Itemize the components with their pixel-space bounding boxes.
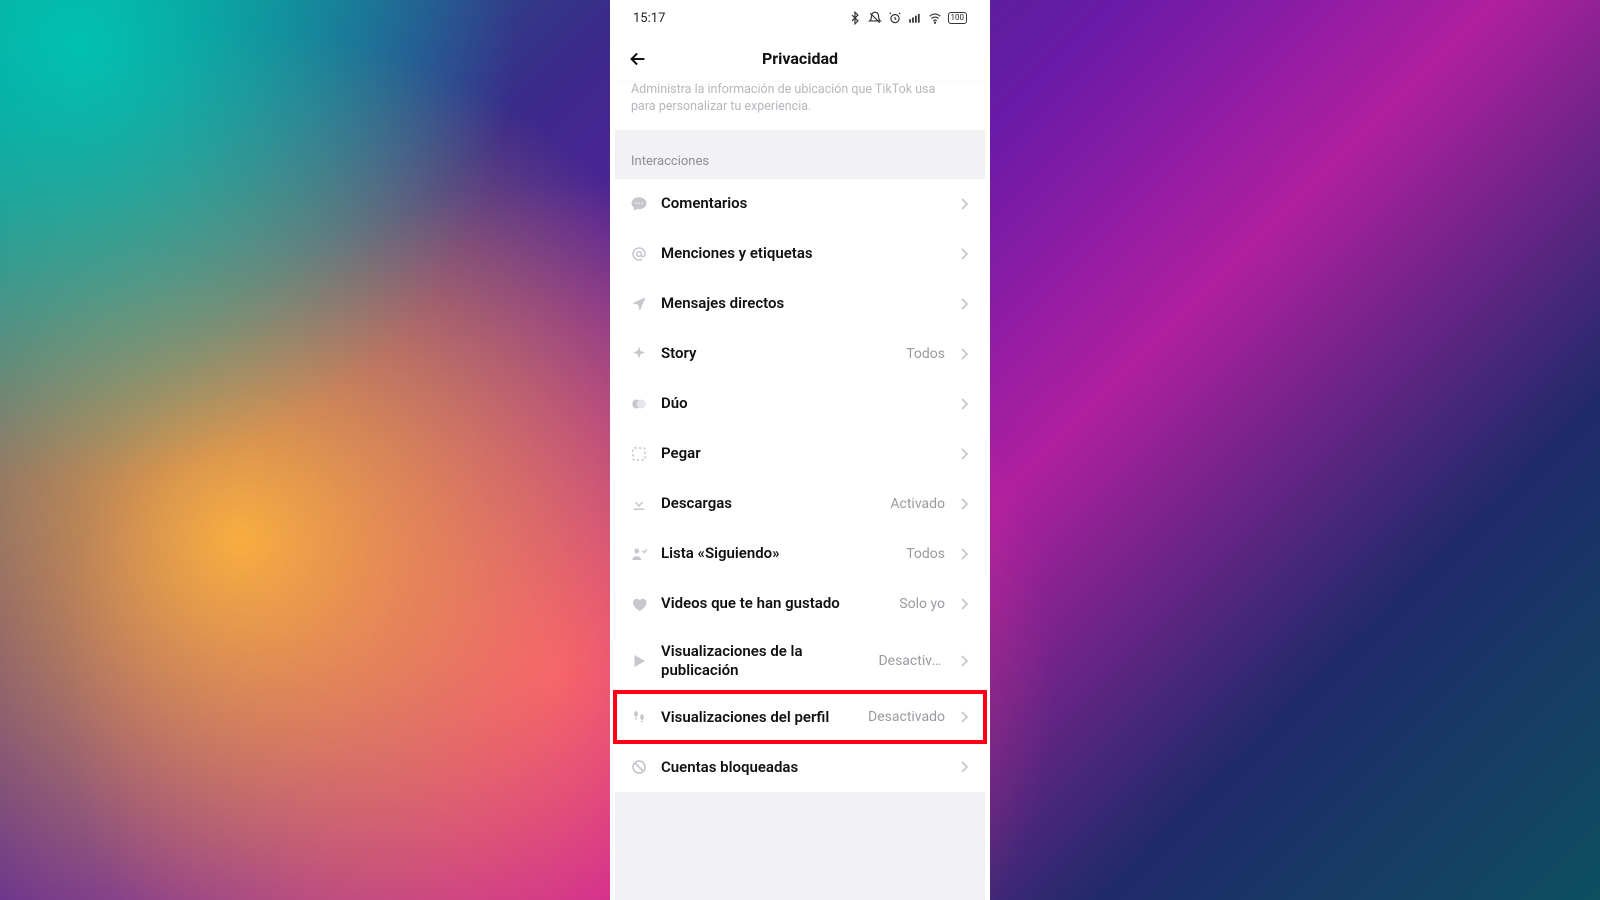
row-value: Solo yo	[899, 596, 945, 612]
chevron-right-icon	[957, 348, 971, 360]
row-label: Visualizaciones del perfil	[661, 708, 856, 727]
row-value: Todos	[906, 346, 945, 362]
row-label: Videos que te han gustado	[661, 594, 887, 613]
following-icon	[629, 544, 649, 564]
page-header: Privacidad	[615, 36, 985, 82]
at-icon	[629, 244, 649, 264]
row-menciones[interactable]: Menciones y etiquetas	[615, 229, 985, 279]
status-time: 15:17	[633, 11, 665, 26]
chevron-right-icon	[957, 248, 971, 260]
phone-screen: 15:17	[615, 0, 985, 900]
footprints-icon	[629, 707, 649, 727]
chevron-right-icon	[957, 761, 971, 773]
row-label: Cuentas bloqueadas	[661, 758, 933, 777]
row-mensajes[interactable]: Mensajes directos	[615, 279, 985, 329]
row-value: Desactivado	[868, 709, 945, 725]
alarm-icon	[888, 11, 902, 25]
download-icon	[629, 494, 649, 514]
row-value: Todos	[906, 546, 945, 562]
row-gustado[interactable]: Videos que te han gustado Solo yo	[615, 579, 985, 629]
row-siguiendo[interactable]: Lista «Siguiendo» Todos	[615, 529, 985, 579]
chevron-right-icon	[957, 598, 971, 610]
sparkle-icon	[629, 344, 649, 364]
row-visualizaciones-perfil[interactable]: Visualizaciones del perfil Desactivado	[615, 692, 985, 742]
status-bar: 15:17	[615, 0, 985, 36]
row-duo[interactable]: Dúo	[615, 379, 985, 429]
send-icon	[629, 294, 649, 314]
row-label: Dúo	[661, 394, 933, 413]
page-title: Privacidad	[615, 49, 985, 68]
duet-icon	[629, 394, 649, 414]
chevron-right-icon	[957, 298, 971, 310]
signal-icon	[908, 11, 922, 25]
wallpaper-background: 15:17	[0, 0, 1600, 900]
row-label: Visualizaciones de la publicación	[661, 642, 866, 680]
row-descargas[interactable]: Descargas Activado	[615, 479, 985, 529]
battery-icon: 100	[948, 12, 968, 24]
chevron-right-icon	[957, 711, 971, 723]
row-value: Desactiva...	[878, 653, 945, 669]
comment-icon	[629, 194, 649, 214]
row-story[interactable]: Story Todos	[615, 329, 985, 379]
chevron-right-icon	[957, 448, 971, 460]
row-visualizaciones-publicacion[interactable]: Visualizaciones de la publicación Desact…	[615, 629, 985, 693]
block-icon	[629, 757, 649, 777]
row-value: Activado	[890, 496, 945, 512]
info-line-2: para personalizar tu experiencia.	[631, 99, 969, 116]
row-label: Comentarios	[661, 194, 933, 213]
section-header-interacciones: Interacciones	[615, 130, 985, 179]
chevron-right-icon	[957, 655, 971, 667]
play-icon	[629, 651, 649, 671]
row-label: Menciones y etiquetas	[661, 244, 933, 263]
dnd-icon	[868, 11, 882, 25]
chevron-right-icon	[957, 498, 971, 510]
back-button[interactable]	[615, 36, 661, 82]
row-label: Lista «Siguiendo»	[661, 544, 894, 563]
row-label: Mensajes directos	[661, 294, 933, 313]
row-comentarios[interactable]: Comentarios	[615, 179, 985, 229]
row-bloqueadas[interactable]: Cuentas bloqueadas	[615, 742, 985, 792]
chevron-right-icon	[957, 548, 971, 560]
row-label: Pegar	[661, 444, 933, 463]
chevron-right-icon	[957, 398, 971, 410]
info-line-1: Administra la información de ubicación q…	[631, 82, 969, 99]
heart-icon	[629, 594, 649, 614]
arrow-left-icon	[627, 48, 649, 70]
row-pegar[interactable]: Pegar	[615, 429, 985, 479]
bluetooth-icon	[848, 11, 862, 25]
screenshot-frame: 15:17	[610, 0, 990, 900]
stitch-icon	[629, 444, 649, 464]
chevron-right-icon	[957, 198, 971, 210]
location-info-card: Administra la información de ubicación q…	[615, 82, 985, 130]
status-icons: 100	[848, 11, 968, 25]
wifi-icon	[928, 11, 942, 25]
row-label: Descargas	[661, 494, 878, 513]
row-label: Story	[661, 344, 894, 363]
settings-list: Comentarios Menciones y etiquetas	[615, 179, 985, 793]
bottom-spacer	[615, 792, 985, 802]
